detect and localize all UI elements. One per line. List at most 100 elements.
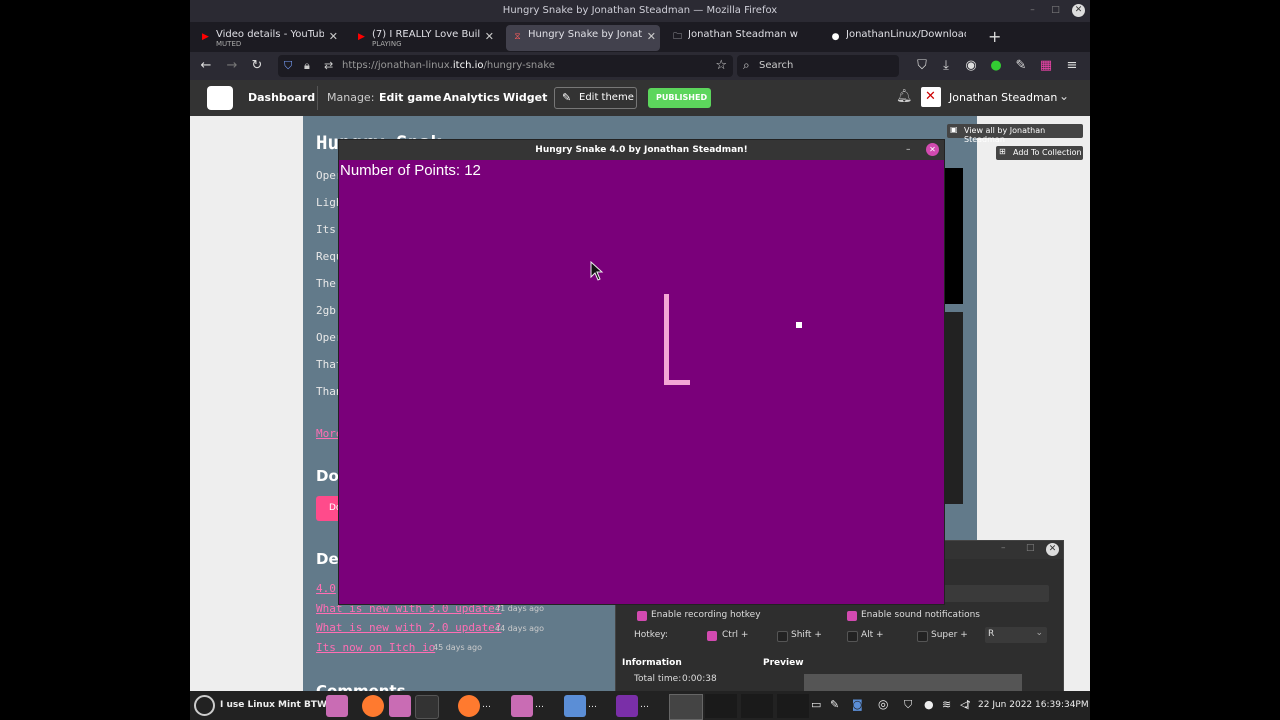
minimize-icon[interactable]: – bbox=[1001, 543, 1006, 553]
tab-github[interactable]: ● JonathanLinux/Download.h bbox=[824, 25, 984, 51]
new-tab-icon[interactable]: + bbox=[988, 27, 1001, 46]
devlog-date: 41 days ago bbox=[495, 604, 545, 613]
folder-icon[interactable] bbox=[389, 695, 411, 717]
close-game-icon[interactable]: ✕ bbox=[926, 143, 939, 156]
tab-youtube-studio[interactable]: ▶ Video details - YouTube Stu MUTED ✕ bbox=[194, 25, 342, 51]
add-to-collection-button[interactable]: ⊞ Add To Collection bbox=[996, 146, 1083, 160]
close-tab-icon[interactable]: ✕ bbox=[329, 30, 338, 43]
ellipsis: … bbox=[482, 700, 491, 710]
extension-color-icon[interactable]: ▦ bbox=[1038, 58, 1054, 74]
alt-checkbox[interactable] bbox=[847, 631, 858, 642]
user-name[interactable]: Jonathan Steadman bbox=[949, 91, 1057, 104]
search-bar[interactable]: ⌕ Search bbox=[737, 55, 899, 77]
downloads-icon[interactable]: ⤓ bbox=[938, 58, 954, 74]
firefox-window-icon[interactable] bbox=[458, 695, 480, 717]
pocket-icon[interactable]: ⛉ bbox=[914, 58, 930, 74]
minimize-icon[interactable]: – bbox=[1026, 4, 1039, 17]
lock-icon[interactable]: 🔒︎ bbox=[304, 59, 310, 73]
url-bar[interactable]: ⛉ 🔒︎ ⇄ https://jonathan-linux.itch.io/hu… bbox=[278, 55, 733, 77]
analytics-link[interactable]: Analytics bbox=[443, 91, 500, 104]
extension-bird-icon[interactable]: ✎ bbox=[1013, 58, 1029, 74]
workspace-1[interactable] bbox=[669, 694, 703, 720]
menu-icon[interactable]: ≡ bbox=[1064, 58, 1080, 74]
extension-green-icon[interactable]: ● bbox=[988, 58, 1004, 74]
steam-icon[interactable]: ◎ bbox=[878, 697, 888, 711]
tab-jonathan-website[interactable]: 🗀 Jonathan Steadman websit bbox=[666, 25, 816, 51]
preview-heading: Preview bbox=[763, 658, 804, 668]
ctrl-checkbox[interactable] bbox=[707, 631, 717, 641]
itch-logo-icon[interactable] bbox=[207, 86, 233, 110]
total-time-label: Total time: bbox=[634, 674, 682, 684]
permissions-icon[interactable]: ⇄ bbox=[324, 59, 333, 72]
avatar[interactable]: ✕ bbox=[921, 87, 941, 107]
maximize-icon[interactable]: □ bbox=[1026, 543, 1035, 553]
add-collection-icon: ⊞ bbox=[999, 147, 1006, 156]
chevron-down-icon: ⌄ bbox=[1035, 628, 1043, 638]
shield-tray-icon[interactable]: ⛉ bbox=[904, 698, 912, 712]
folder-window-icon[interactable] bbox=[511, 695, 533, 717]
devlog-link[interactable]: Its now on Itch io bbox=[316, 641, 435, 654]
music-icon[interactable]: ♪ bbox=[964, 698, 971, 711]
itch-window-icon[interactable] bbox=[616, 695, 638, 717]
description-line: Its bbox=[316, 223, 336, 236]
hotkey-label: Hotkey: bbox=[634, 630, 668, 640]
extension-icon[interactable]: ◉ bbox=[963, 58, 979, 74]
super-checkbox[interactable] bbox=[917, 631, 928, 642]
taskbar: I use Linux Mint BTW! … … … … ▭ ✎ ◙ ◎ ⛉ … bbox=[190, 691, 1090, 720]
close-tab-icon[interactable]: ✕ bbox=[485, 30, 494, 43]
food-pellet bbox=[796, 322, 802, 328]
enable-hotkey-checkbox[interactable] bbox=[637, 611, 647, 621]
workspace-2[interactable] bbox=[705, 694, 737, 718]
ellipsis: … bbox=[640, 700, 649, 710]
close-tab-icon[interactable]: ✕ bbox=[647, 30, 656, 43]
display-icon[interactable]: ▭ bbox=[811, 698, 821, 711]
enable-sound-checkbox[interactable] bbox=[847, 611, 857, 621]
terminal-icon[interactable] bbox=[415, 695, 439, 719]
avatar-icon: ✕ bbox=[925, 89, 936, 104]
recorder-window-icon[interactable] bbox=[564, 695, 586, 717]
shield-icon[interactable]: ⛉ bbox=[284, 59, 292, 73]
firefox-icon[interactable] bbox=[362, 695, 384, 717]
devlog-link[interactable]: 4.0 bbox=[316, 582, 336, 595]
workspace-4[interactable] bbox=[777, 694, 809, 718]
minimize-icon[interactable]: – bbox=[906, 140, 911, 160]
forward-icon[interactable]: → bbox=[224, 58, 240, 74]
bookmark-star-icon[interactable]: ☆ bbox=[715, 58, 727, 73]
wifi-icon[interactable]: ≋ bbox=[942, 698, 951, 711]
close-window-icon[interactable]: ✕ bbox=[1072, 4, 1085, 17]
back-icon[interactable]: ← bbox=[198, 58, 214, 74]
devlog-date: 45 days ago bbox=[433, 643, 483, 652]
snake-segment bbox=[664, 294, 669, 385]
ellipsis: … bbox=[535, 700, 544, 710]
ctrl-label: Ctrl + bbox=[722, 630, 749, 640]
mouse-cursor-icon bbox=[590, 261, 604, 281]
shift-label: Shift + bbox=[791, 630, 822, 640]
published-badge[interactable]: PUBLISHED bbox=[648, 88, 711, 108]
shift-checkbox[interactable] bbox=[777, 631, 788, 642]
notification-bell-icon[interactable]: 🔔︎ bbox=[896, 89, 913, 104]
mint-menu-icon[interactable] bbox=[194, 695, 215, 716]
tab-youtube-video[interactable]: ▶ (7) I REALLY Love Building C PLAYING ✕ bbox=[350, 25, 498, 51]
edit-theme-button[interactable]: ✎ Edit theme bbox=[554, 87, 637, 109]
workspace-3[interactable] bbox=[741, 694, 773, 718]
hotkey-key-select[interactable]: R ⌄ bbox=[985, 627, 1047, 643]
camera-icon[interactable]: ◙ bbox=[852, 698, 863, 711]
edit-game-link[interactable]: Edit game bbox=[379, 91, 441, 104]
devlog-link[interactable]: What is new with 2.0 update? bbox=[316, 621, 501, 634]
game-window[interactable]: Hungry Snake 4.0 by Jonathan Steadman! –… bbox=[338, 139, 945, 605]
tab-hungry-snake[interactable]: ⧖ Hungry Snake by Jonathan S ✕ bbox=[506, 25, 660, 51]
close-recorder-icon[interactable]: ✕ bbox=[1046, 543, 1059, 556]
user-tray-icon[interactable]: ● bbox=[924, 698, 934, 711]
navigation-bar: ← → ↻ ⛉ 🔒︎ ⇄ https://jonathan-linux.itch… bbox=[190, 52, 1090, 80]
files-icon[interactable] bbox=[326, 695, 348, 717]
pen-icon[interactable]: ✎ bbox=[830, 698, 839, 711]
maximize-icon[interactable]: □ bbox=[1049, 4, 1062, 17]
url-text[interactable]: https://jonathan-linux.itch.io/hungry-sn… bbox=[342, 60, 555, 71]
chevron-down-icon[interactable]: ⌄ bbox=[1059, 89, 1069, 103]
clock[interactable]: 22 Jun 2022 16:39:34PM bbox=[978, 700, 1089, 710]
reload-icon[interactable]: ↻ bbox=[249, 58, 265, 74]
super-label: Super + bbox=[931, 630, 968, 640]
widget-link[interactable]: Widget bbox=[503, 91, 547, 104]
dashboard-link[interactable]: Dashboard bbox=[248, 91, 315, 104]
view-all-button[interactable]: ▣ View all by Jonathan Steadman bbox=[947, 124, 1083, 144]
